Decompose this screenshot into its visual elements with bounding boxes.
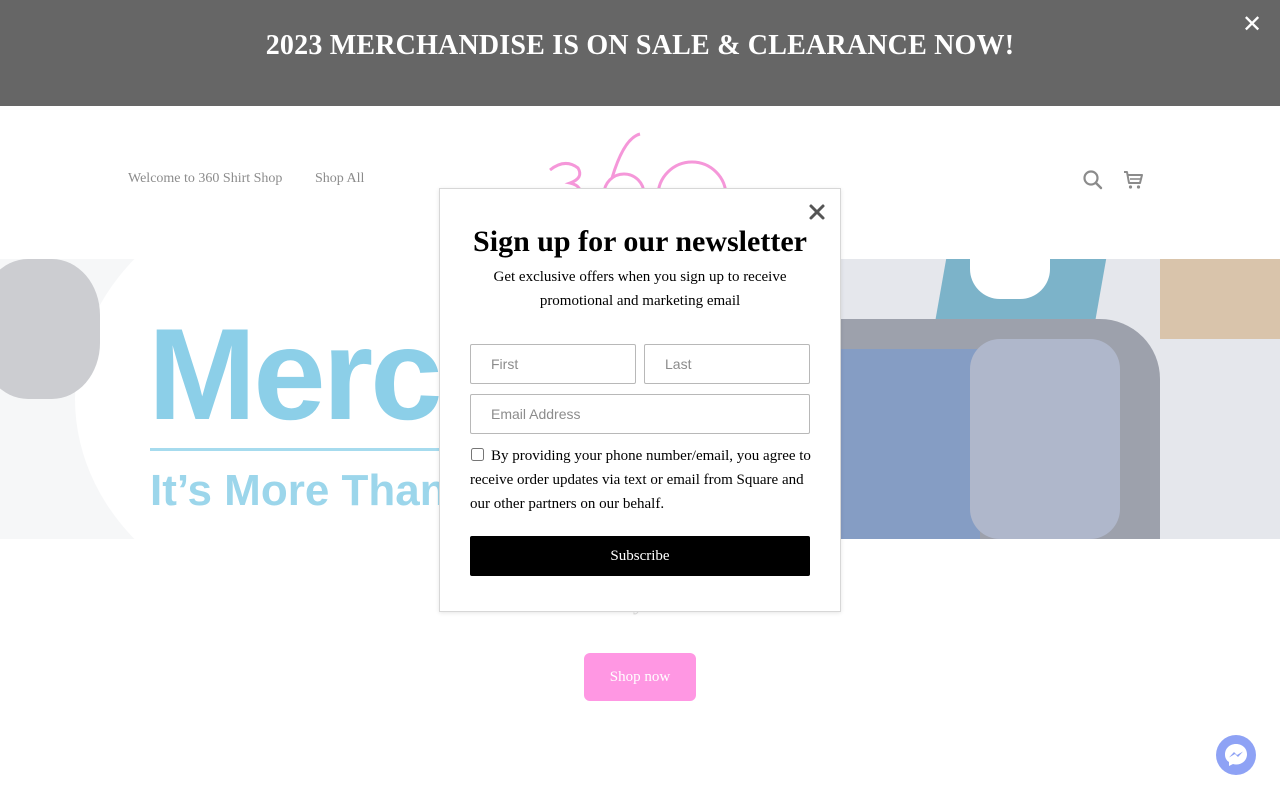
email-field[interactable] <box>470 394 810 434</box>
newsletter-title: Sign up for our newsletter <box>473 225 807 258</box>
newsletter-description: Get exclusive offers when you sign up to… <box>493 269 787 309</box>
announcement-banner: 2023 MERCHANDISE IS ON SALE & CLEARANCE … <box>0 0 1280 106</box>
close-icon[interactable] <box>808 203 826 221</box>
close-icon[interactable]: ✕ <box>1240 12 1264 36</box>
messenger-button[interactable] <box>1216 735 1256 775</box>
messenger-icon <box>1225 744 1247 766</box>
first-name-field[interactable] <box>470 344 636 384</box>
last-name-field[interactable] <box>644 344 810 384</box>
subscribe-button[interactable]: Subscribe <box>470 536 810 576</box>
banner-text: 2023 MERCHANDISE IS ON SALE & CLEARANCE … <box>265 30 1015 61</box>
consent-text: By providing your phone number/email, yo… <box>470 448 811 512</box>
newsletter-modal: Sign up for our newsletter Get exclusive… <box>439 188 841 612</box>
